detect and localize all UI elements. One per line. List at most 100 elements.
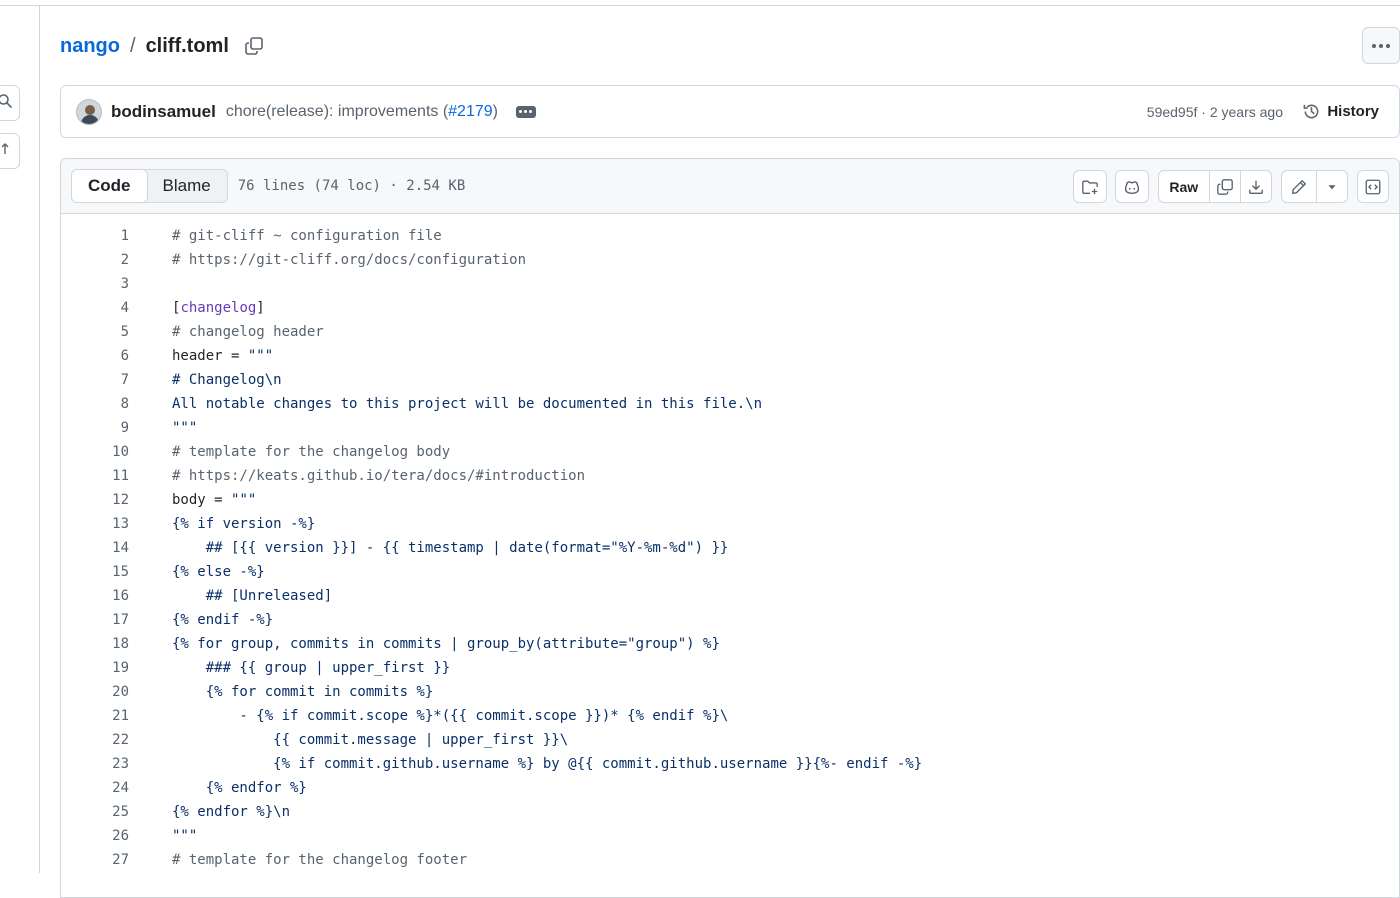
line-number[interactable]: 24 <box>61 780 129 796</box>
line-number[interactable]: 6 <box>61 348 129 364</box>
line-number[interactable]: 3 <box>61 276 129 292</box>
line-number[interactable]: 26 <box>61 828 129 844</box>
copy-raw-button[interactable] <box>1208 171 1241 202</box>
code-line: 5 # changelog header <box>61 320 1399 344</box>
commit-message-prefix: chore(release): improvements ( <box>225 102 449 120</box>
line-content: ### {{ group | upper_first }} <box>172 660 451 676</box>
line-number[interactable]: 7 <box>61 372 129 388</box>
code-line: 19 ### {{ group | upper_first }} <box>61 656 1399 680</box>
line-content: # https://keats.github.io/tera/docs/#int… <box>172 468 586 484</box>
line-content: # https://git-cliff.org/docs/configurati… <box>172 252 527 268</box>
line-content: # template for the changelog footer <box>172 852 468 868</box>
pencil-icon <box>1292 179 1306 194</box>
code-line: 24 {% endfor %} <box>61 776 1399 800</box>
symbols-panel-button[interactable] <box>1357 170 1389 203</box>
code-line: 8 All notable changes to this project wil… <box>61 392 1399 416</box>
file-viewer: Code Blame 76 lines (74 loc) · 2.54 KB R… <box>60 158 1400 898</box>
line-content: {% else -%} <box>172 564 265 580</box>
code-line: 17 {% endif -%} <box>61 608 1399 632</box>
code-line: 3 <box>61 272 1399 296</box>
breadcrumb-repo-link[interactable]: nango <box>60 35 120 58</box>
copilot-button[interactable] <box>1115 170 1149 203</box>
line-content: {% for group, commits in commits | group… <box>172 636 720 652</box>
line-number[interactable]: 18 <box>61 636 129 652</box>
code-line: 16 ## [Unreleased] <box>61 584 1399 608</box>
code-line: 22 {{ commit.message | upper_first }}\ <box>61 728 1399 752</box>
code-line: 4 [changelog] <box>61 296 1399 320</box>
line-content: {% endfor %} <box>172 780 307 796</box>
line-number[interactable]: 11 <box>61 468 129 484</box>
raw-label: Raw <box>1169 178 1199 195</box>
copy-path-button[interactable] <box>243 35 265 57</box>
line-number[interactable]: 14 <box>61 540 129 556</box>
more-options-button[interactable] <box>1362 27 1400 64</box>
code-line: 25 {% endfor %}\n <box>61 800 1399 824</box>
breadcrumb: nango / cliff.toml <box>60 33 265 59</box>
breadcrumb-separator: / <box>130 34 136 57</box>
line-number[interactable]: 5 <box>61 324 129 340</box>
code-line: 14 ## [{{ version }}] - {{ timestamp | d… <box>61 536 1399 560</box>
filter-button[interactable] <box>0 133 20 169</box>
edit-options-dropdown[interactable] <box>1316 171 1347 202</box>
commit-pr-link[interactable]: #2179 <box>448 103 493 120</box>
line-content: # changelog header <box>172 324 324 340</box>
line-number[interactable]: 20 <box>61 684 129 700</box>
line-number[interactable]: 15 <box>61 564 129 580</box>
line-number[interactable]: 2 <box>61 252 129 268</box>
code-view[interactable]: 1 # git-cliff ~ configuration file 2 # http… <box>61 215 1399 872</box>
commit-message[interactable]: chore(release): improvements (#2179) <box>226 103 498 121</box>
code-line: 18 {% for group, commits in commits | gro… <box>61 632 1399 656</box>
breadcrumb-file-name: cliff.toml <box>145 34 229 57</box>
line-content: """ <box>172 420 198 436</box>
code-line: 10 # template for the changelog body <box>61 440 1399 464</box>
line-number[interactable]: 9 <box>61 420 129 436</box>
latest-commit-bar: bodinsamuel chore(release): improvements… <box>60 85 1400 138</box>
commit-sha-and-age[interactable]: 59ed95f · 2 years ago <box>1147 104 1283 120</box>
download-icon <box>1249 180 1264 194</box>
raw-button[interactable]: Raw <box>1159 171 1209 202</box>
copilot-context-button[interactable] <box>1073 170 1107 203</box>
line-number[interactable]: 12 <box>61 492 129 508</box>
line-number[interactable]: 23 <box>61 756 129 772</box>
line-number[interactable]: 10 <box>61 444 129 460</box>
download-button[interactable] <box>1240 171 1271 202</box>
line-content: ## [{{ version }}] - {{ timestamp | date… <box>172 540 729 556</box>
line-content: header = """ <box>172 348 274 364</box>
line-content: ## [Unreleased] <box>172 588 333 604</box>
line-content: {{ commit.message | upper_first }}\ <box>172 732 569 748</box>
tab-code[interactable]: Code <box>71 170 148 202</box>
line-content: body = """ <box>172 492 257 508</box>
line-content: # template for the changelog body <box>172 444 451 460</box>
code-line: 15 {% else -%} <box>61 560 1399 584</box>
code-line: 23 {% if commit.github.username %} by @{… <box>61 752 1399 776</box>
code-line: 6 header = """ <box>61 344 1399 368</box>
commit-author-link[interactable]: bodinsamuel <box>111 102 216 122</box>
line-content: {% endfor %}\n <box>172 804 291 820</box>
avatar[interactable] <box>76 98 102 125</box>
tab-blame[interactable]: Blame <box>147 170 227 202</box>
code-line: 21 - {% if commit.scope %}*({{ commit.sc… <box>61 704 1399 728</box>
line-number[interactable]: 8 <box>61 396 129 412</box>
search-icon <box>0 93 13 114</box>
history-button[interactable]: History <box>1302 102 1379 121</box>
line-number[interactable]: 13 <box>61 516 129 532</box>
edit-file-button[interactable] <box>1282 171 1316 202</box>
line-content: [changelog] <box>172 300 265 316</box>
line-number[interactable]: 22 <box>61 732 129 748</box>
line-number[interactable]: 27 <box>61 852 129 868</box>
search-button[interactable] <box>0 85 20 121</box>
line-number[interactable]: 16 <box>61 588 129 604</box>
line-content: # Changelog\n <box>172 372 282 388</box>
line-number[interactable]: 1 <box>61 228 129 244</box>
line-number[interactable]: 4 <box>61 300 129 316</box>
line-content: # git-cliff ~ configuration file <box>172 228 442 244</box>
line-number[interactable]: 17 <box>61 612 129 628</box>
line-content: {% endif -%} <box>172 612 274 628</box>
line-number[interactable]: 25 <box>61 804 129 820</box>
filter-icon <box>0 141 13 162</box>
code-line: 20 {% for commit in commits %} <box>61 680 1399 704</box>
triangle-down-icon <box>1328 184 1336 189</box>
line-number[interactable]: 21 <box>61 708 129 724</box>
expand-commit-message-button[interactable] <box>515 105 536 118</box>
line-number[interactable]: 19 <box>61 660 129 676</box>
